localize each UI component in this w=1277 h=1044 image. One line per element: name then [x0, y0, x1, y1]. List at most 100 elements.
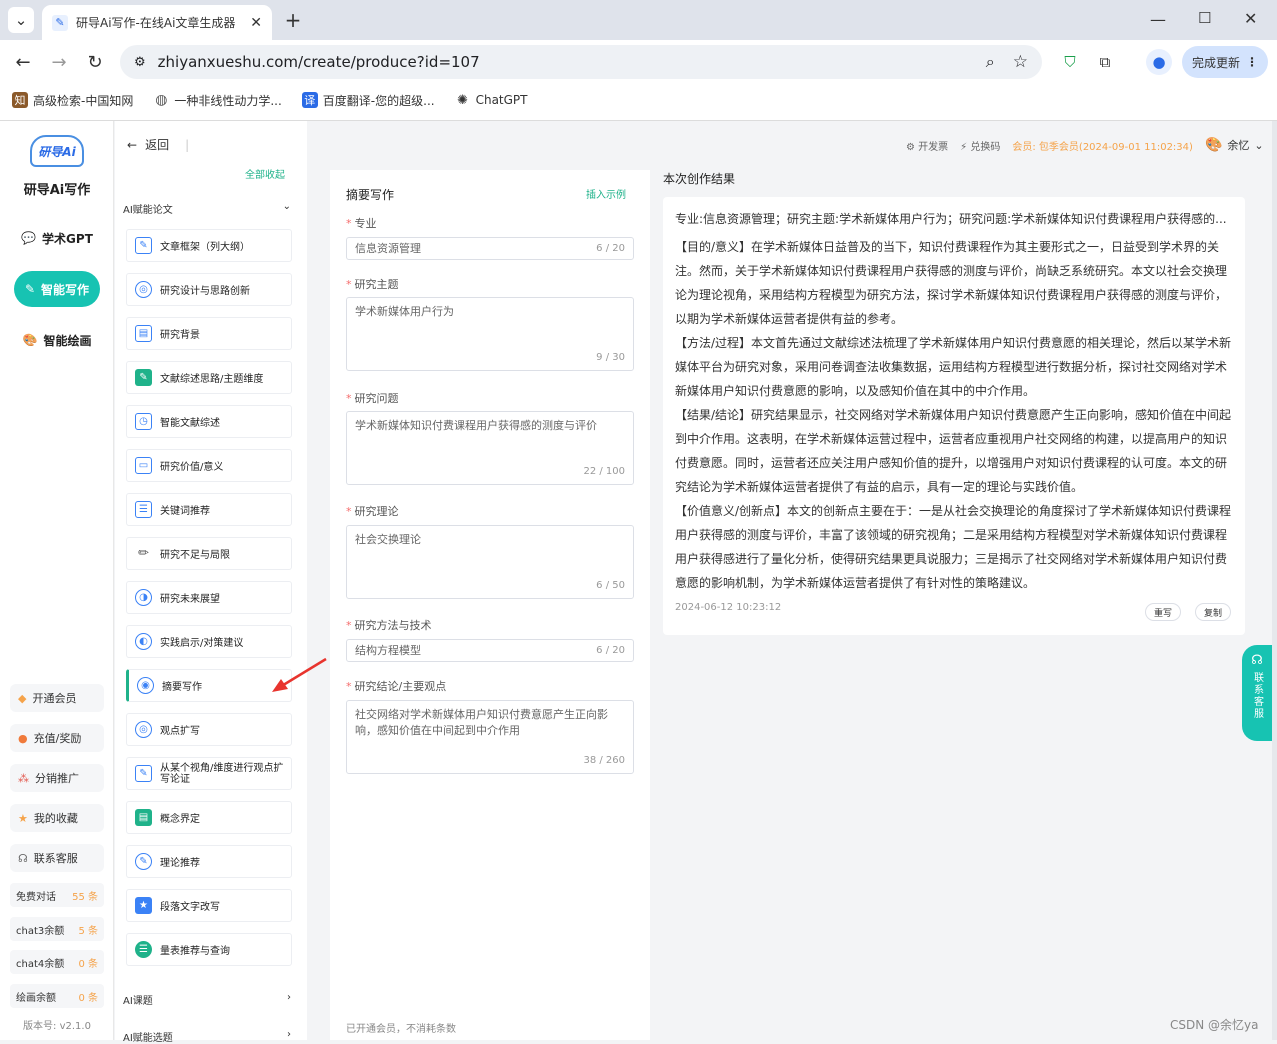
tool-item[interactable]: ✎ 理论推荐: [126, 845, 292, 878]
close-window-icon[interactable]: ✕: [1244, 9, 1257, 28]
redeem-link[interactable]: ⚡ 兑换码: [960, 138, 1000, 153]
profile-icon[interactable]: ●: [1146, 49, 1172, 75]
page-scrollbar[interactable]: [1272, 121, 1277, 1040]
nav-academic-gpt[interactable]: 💬 学术GPT: [14, 220, 100, 256]
maximize-icon[interactable]: ☐: [1198, 9, 1211, 27]
redeem-label: 兑换码: [970, 141, 1001, 153]
back-link[interactable]: ← 返回 |: [127, 136, 189, 153]
rewrite-button[interactable]: 重写: [1145, 603, 1181, 621]
char-count: 38 / 260: [583, 755, 625, 766]
tool-item[interactable]: ▤ 概念界定: [126, 801, 292, 834]
result-paragraph: 【目的/意义】在学术新媒体日益普及的当下，知识付费课程作为其主要形式之一，日益受…: [675, 240, 1228, 326]
tool-item[interactable]: ✏ 研究不足与局限: [126, 537, 292, 570]
shield-extension-icon[interactable]: ⛉: [1057, 49, 1083, 75]
form-footer-note: 已开通会员，不消耗条数: [346, 1024, 456, 1035]
bookmark-item[interactable]: ◍ 一种非线性动力学...: [153, 92, 282, 109]
browser-toolbar: ← → ↻ ⚙ zhiyanxueshu.com/create/produce?…: [0, 40, 1277, 85]
label-text: 研究结论/主要观点: [354, 680, 447, 693]
tool-item[interactable]: ◷ 智能文献综述: [126, 405, 292, 438]
insert-example-link[interactable]: 插入示例: [586, 186, 626, 201]
reload-icon[interactable]: ↻: [82, 49, 108, 75]
contact-support-button[interactable]: ☊ 联系客服: [10, 844, 104, 872]
floating-support-button[interactable]: ☊ 联系客服: [1242, 645, 1272, 741]
tool-item[interactable]: ✎ 从某个视角/维度进行观点扩写论证: [126, 757, 292, 790]
theory-textarea[interactable]: 社会交换理论 6 / 50: [346, 525, 634, 599]
group-header-ai-project[interactable]: AI课题 ›: [123, 992, 291, 1007]
topic-textarea[interactable]: 学术新媒体用户行为 9 / 30: [346, 297, 634, 371]
browser-tab[interactable]: ✎ 研导Ai写作-在线Ai文章生成器 ✕: [42, 5, 272, 40]
update-button[interactable]: 完成更新 ⋮: [1182, 46, 1268, 78]
extensions-icon[interactable]: ⧉: [1092, 49, 1118, 75]
zoom-icon[interactable]: ⌕: [986, 52, 995, 72]
tool-item[interactable]: ▭ 研究价值/意义: [126, 449, 292, 482]
favorites-button[interactable]: ★ 我的收藏: [10, 804, 104, 832]
address-bar[interactable]: ⚙ zhiyanxueshu.com/create/produce?id=107…: [120, 45, 1042, 79]
quota-row: chat4余额 0 条: [10, 950, 104, 974]
forward-icon[interactable]: →: [46, 49, 72, 75]
tool-item[interactable]: ✎ 文章框架（列大纲）: [126, 229, 292, 262]
recharge-button[interactable]: ● 充值/奖励: [10, 724, 104, 752]
invoice-link[interactable]: ⚙ 开发票: [906, 138, 948, 153]
tool-item[interactable]: ☰ 关键词推荐: [126, 493, 292, 526]
perspective-icon: ✎: [135, 765, 152, 782]
label-text: 研究理论: [354, 505, 399, 518]
chevron-right-icon: ›: [287, 992, 291, 1003]
tool-label: 摘要写作: [162, 682, 202, 693]
tool-item[interactable]: ◎ 研究设计与思路创新: [126, 273, 292, 306]
member-status: 会员: 包季会员(2024-09-01 11:02:34): [1012, 141, 1193, 153]
nav-smart-painting[interactable]: 🎨 智能绘画: [14, 322, 100, 358]
palette-icon: 🎨: [22, 333, 38, 347]
site-settings-icon[interactable]: ⚙: [134, 55, 146, 70]
bookmark-star-icon[interactable]: ☆: [1013, 52, 1028, 72]
open-membership-button[interactable]: ◆ 开通会员: [10, 684, 104, 712]
input-value: 社会交换理论: [355, 533, 421, 546]
tool-label: 实践启示/对策建议: [160, 638, 244, 649]
form-title: 摘要写作: [346, 188, 395, 202]
chevron-right-icon: ›: [287, 1029, 291, 1040]
tool-item[interactable]: ☰ 量表推荐与查询: [126, 933, 292, 966]
idea-icon: ◎: [135, 281, 152, 298]
quota-label: 绘画余额: [16, 992, 56, 1004]
tool-label: 从某个视角/维度进行观点扩写论证: [160, 762, 284, 785]
major-input[interactable]: 信息资源管理 6 / 20: [346, 237, 634, 260]
question-textarea[interactable]: 学术新媒体知识付费课程用户获得感的测度与评价 22 / 100: [346, 411, 634, 485]
nav-smart-writing[interactable]: ✎ 智能写作: [14, 271, 100, 307]
nav-label: 智能绘画: [43, 333, 92, 348]
conclusion-textarea[interactable]: 社交网络对学术新媒体用户知识付费意愿产生正向影响，感知价值在中间起到中介作用 3…: [346, 700, 634, 774]
tab-title: 研导Ai写作-在线Ai文章生成器: [76, 16, 236, 30]
literature-icon: ◷: [135, 413, 152, 430]
tool-item[interactable]: ▤ 研究背景: [126, 317, 292, 350]
tool-item[interactable]: ◑ 研究未来展望: [126, 581, 292, 614]
input-value: 学术新媒体知识付费课程用户获得感的测度与评价: [355, 419, 597, 432]
tool-label: 概念界定: [160, 814, 200, 825]
bookmark-label: 一种非线性动力学...: [174, 93, 282, 108]
quota-value: 55 条: [72, 891, 98, 903]
group-header-ai-topic[interactable]: AI赋能选题 ›: [123, 1029, 291, 1044]
method-input[interactable]: 结构方程模型 6 / 20: [346, 639, 634, 662]
tool-item[interactable]: ◎ 观点扩写: [126, 713, 292, 746]
bookmark-item[interactable]: 知 高级检索-中国知网: [12, 92, 133, 109]
copy-button[interactable]: 复制: [1195, 603, 1231, 621]
bookmark-item[interactable]: ✺ ChatGPT: [455, 92, 527, 108]
network-icon: ⁂: [18, 771, 29, 785]
label-text: 研究主题: [354, 278, 399, 291]
divider: |: [185, 137, 190, 152]
tab-search-icon[interactable]: ⌄: [8, 7, 34, 33]
tool-list-panel: ← 返回 | 全部收起 AI赋能论文 ⌄ ✎ 文章框架（列大纲） ◎ 研究设计与思路…: [115, 121, 307, 1044]
minimize-icon[interactable]: —: [1150, 10, 1166, 29]
tool-item[interactable]: ★ 段落文字改写: [126, 889, 292, 922]
bookmark-item[interactable]: 译 百度翻译-您的超级...: [301, 92, 435, 109]
app-name: 研导Ai写作: [23, 183, 91, 198]
back-icon[interactable]: ←: [10, 49, 36, 75]
tool-item[interactable]: ✎ 文献综述思路/主题维度: [126, 361, 292, 394]
new-tab-icon[interactable]: +: [280, 7, 306, 33]
tool-item[interactable]: ◐ 实践启示/对策建议: [126, 625, 292, 658]
user-menu[interactable]: 🎨 余忆 ⌄: [1205, 137, 1264, 153]
group-header-ai-paper[interactable]: AI赋能论文 ⌄: [123, 201, 291, 216]
sidebar-bottom-label: 分销推广: [35, 772, 79, 785]
list-icon: ☰: [135, 501, 152, 518]
tab-close-icon[interactable]: ✕: [250, 15, 262, 31]
affiliate-button[interactable]: ⁂ 分销推广: [10, 764, 104, 792]
quota-value: 5 条: [78, 925, 98, 937]
collapse-all-link[interactable]: 全部收起: [245, 166, 285, 181]
